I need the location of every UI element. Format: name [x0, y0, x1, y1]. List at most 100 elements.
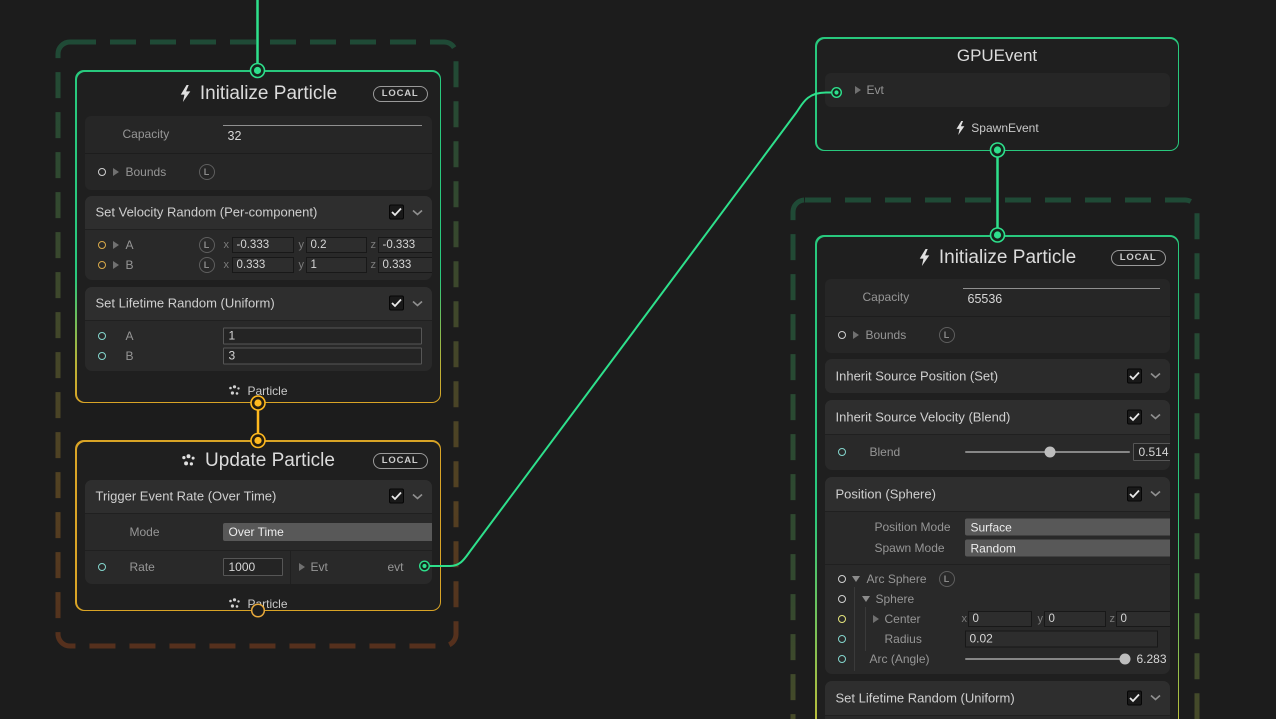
node-initialize-particle-left[interactable]: Initialize Particle LOCAL Capacity 32 Bo…	[75, 70, 441, 403]
block-enabled-checkbox[interactable]	[1127, 690, 1142, 705]
bounds-label: Bounds	[126, 165, 167, 179]
arc-field[interactable]: 6.283	[1132, 650, 1170, 668]
block-header[interactable]: Trigger Event Rate (Over Time)	[85, 480, 432, 513]
node-title-bar[interactable]: Initialize Particle LOCAL	[77, 72, 440, 116]
lightning-icon	[918, 249, 930, 266]
block-set-lifetime-random[interactable]: Set Lifetime Random (Uniform) A 1	[85, 287, 432, 371]
spawn-mode-row: Spawn Mode Random	[825, 539, 1170, 558]
vector3-port[interactable]	[838, 615, 846, 623]
vector-port[interactable]	[98, 241, 106, 249]
block-set-velocity-random[interactable]: Set Velocity Random (Per-component) A L	[85, 196, 432, 280]
float-port[interactable]	[838, 635, 846, 643]
bounds-port[interactable]	[98, 168, 106, 176]
block-position-sphere[interactable]: Position (Sphere) Position Mode Surface	[825, 477, 1170, 674]
chevron-down-icon[interactable]	[412, 209, 423, 215]
expand-arrow-icon[interactable]	[113, 261, 119, 269]
lock-icon[interactable]: L	[199, 237, 215, 253]
block-header[interactable]: Set Lifetime Random (Uniform)	[825, 681, 1170, 715]
x-field[interactable]: 0	[968, 611, 1032, 627]
float-port[interactable]	[98, 563, 106, 571]
value-field[interactable]: 3	[223, 347, 422, 364]
rate-field[interactable]: 1000	[223, 558, 283, 576]
node-title-bar[interactable]: GPUEvent	[817, 39, 1178, 73]
edge-evt-to-gpuevent[interactable]	[430, 93, 831, 567]
particle-icon	[228, 385, 241, 396]
block-inherit-source-position[interactable]: Inherit Source Position (Set)	[825, 359, 1170, 393]
float-port[interactable]	[98, 332, 106, 340]
property-row-b: B L x 0.333 y 1 z 0.333	[85, 255, 432, 275]
block-enabled-checkbox[interactable]	[389, 205, 404, 220]
chevron-down-icon[interactable]	[412, 493, 423, 499]
collapse-arrow-icon[interactable]	[862, 596, 870, 602]
collapse-arrow-icon[interactable]	[852, 576, 860, 582]
mode-dropdown[interactable]: Over Time	[223, 523, 432, 541]
y-field[interactable]: 0	[1044, 611, 1106, 627]
x-field[interactable]: 0.333	[232, 257, 294, 273]
capacity-field[interactable]: 65536	[963, 288, 1160, 306]
spawn-mode-dropdown[interactable]: Random	[965, 540, 1170, 557]
lock-icon[interactable]: L	[939, 327, 955, 343]
lock-icon[interactable]: L	[199, 164, 215, 180]
block-header[interactable]: Inherit Source Position (Set)	[825, 359, 1170, 393]
float-port[interactable]	[98, 352, 106, 360]
chevron-down-icon[interactable]	[1150, 414, 1161, 420]
evt-in-label: Evt	[311, 560, 328, 574]
arc-slider-track[interactable]	[965, 658, 1125, 660]
capacity-field[interactable]: 32	[223, 125, 422, 143]
block-enabled-checkbox[interactable]	[1127, 486, 1142, 501]
block-header[interactable]: Set Velocity Random (Per-component)	[85, 196, 432, 229]
z-field[interactable]: 0	[1116, 611, 1170, 627]
bounds-port[interactable]	[838, 331, 846, 339]
z-field[interactable]: 0.333	[378, 257, 432, 273]
y-field[interactable]: 1	[306, 257, 367, 273]
block-set-lifetime-random[interactable]: Set Lifetime Random (Uniform)	[825, 681, 1170, 719]
block-enabled-checkbox[interactable]	[1127, 409, 1142, 424]
z-field[interactable]: -0.333	[378, 237, 432, 253]
particle-icon	[181, 454, 196, 467]
lock-icon[interactable]: L	[939, 571, 955, 587]
block-title: Set Lifetime Random (Uniform)	[836, 690, 1015, 705]
chevron-down-icon[interactable]	[1150, 695, 1161, 701]
arc-slider-handle[interactable]	[1119, 653, 1130, 664]
x-field[interactable]: -0.333	[232, 237, 294, 253]
node-gpuevent[interactable]: GPUEvent Evt SpawnEvent	[815, 37, 1179, 151]
node-update-particle[interactable]: Update Particle LOCAL Trigger Event Rate…	[75, 440, 441, 611]
sphere-port[interactable]	[838, 595, 846, 603]
value-field[interactable]: 1	[223, 327, 422, 344]
block-header[interactable]: Inherit Source Velocity (Blend)	[825, 400, 1170, 434]
block-header[interactable]: Set Lifetime Random (Uniform)	[85, 287, 432, 320]
float-port[interactable]	[838, 448, 846, 456]
block-enabled-checkbox[interactable]	[1127, 368, 1142, 383]
expand-arrow-icon[interactable]	[113, 168, 119, 176]
node-title-bar[interactable]: Initialize Particle LOCAL	[817, 237, 1178, 279]
radius-field[interactable]: 0.02	[965, 630, 1158, 647]
block-inherit-source-velocity[interactable]: Inherit Source Velocity (Blend) Blend	[825, 400, 1170, 470]
lock-icon[interactable]: L	[199, 257, 215, 273]
chevron-down-icon[interactable]	[1150, 491, 1161, 497]
chevron-down-icon[interactable]	[412, 300, 423, 306]
axis-y-label: y	[299, 239, 305, 251]
float-port[interactable]	[838, 655, 846, 663]
expand-arrow-icon[interactable]	[113, 241, 119, 249]
expand-arrow-icon[interactable]	[853, 331, 859, 339]
radius-row: Radius 0.02	[825, 629, 1170, 649]
block-enabled-checkbox[interactable]	[389, 296, 404, 311]
local-badge: LOCAL	[373, 86, 428, 102]
expand-arrow-icon[interactable]	[299, 563, 305, 571]
chevron-down-icon[interactable]	[1150, 373, 1161, 379]
arcsphere-port[interactable]	[838, 575, 846, 583]
block-trigger-event-rate[interactable]: Trigger Event Rate (Over Time) Mode Over…	[85, 480, 432, 584]
block-header[interactable]: Position (Sphere)	[825, 477, 1170, 511]
node-initialize-particle-right[interactable]: Initialize Particle LOCAL Capacity 65536…	[815, 235, 1179, 719]
node-title-bar[interactable]: Update Particle LOCAL	[77, 442, 440, 480]
vector-port[interactable]	[98, 261, 106, 269]
expand-arrow-icon[interactable]	[873, 615, 879, 623]
center-label: Center	[885, 612, 921, 626]
evt-label: Evt	[867, 83, 884, 97]
vfx-graph-canvas[interactable]: Initialize Particle LOCAL Capacity 32 Bo…	[0, 0, 1276, 719]
position-mode-dropdown[interactable]: Surface	[965, 519, 1170, 536]
blend-field[interactable]: 0.514	[1133, 443, 1170, 461]
blend-slider-handle[interactable]	[1044, 447, 1055, 458]
block-enabled-checkbox[interactable]	[389, 489, 404, 504]
y-field[interactable]: 0.2	[306, 237, 367, 253]
